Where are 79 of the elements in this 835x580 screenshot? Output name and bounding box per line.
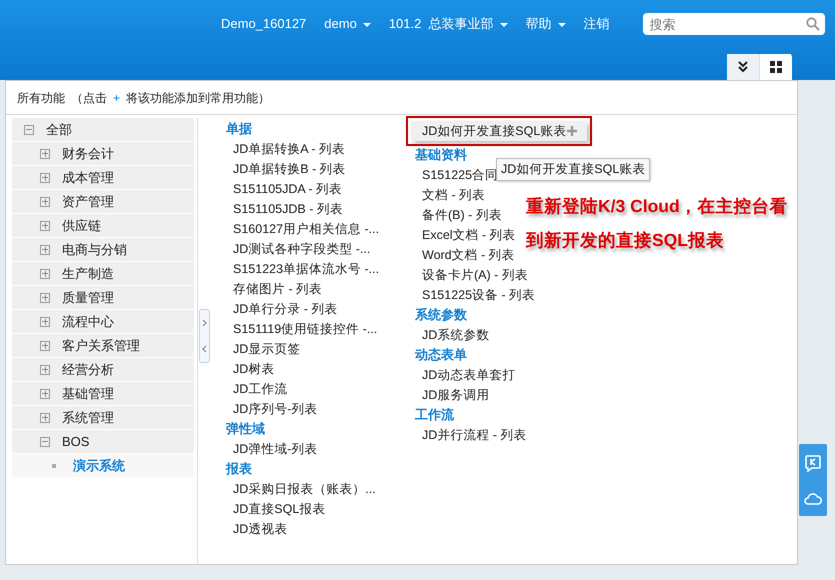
expand-icon[interactable] — [40, 364, 50, 374]
hint-text: 将该功能添加到常用功能） — [126, 90, 270, 106]
function-link[interactable]: JD动态表单套打 — [415, 365, 516, 385]
function-link[interactable]: JD工作流 — [226, 379, 288, 399]
group-title: 基础资料 — [415, 146, 468, 164]
function-link[interactable]: S151105JDA - 列表 — [226, 179, 342, 199]
function-link[interactable]: JD序列号-列表 — [226, 399, 318, 419]
function-link[interactable]: JD并行流程 - 列表 — [415, 425, 526, 445]
chevron-left-icon — [202, 345, 207, 354]
hint-text: （点击 — [71, 90, 107, 106]
function-link[interactable]: JD系统参数 — [415, 325, 490, 345]
dropdown-menu-button[interactable]: 帮助 — [516, 14, 575, 34]
function-link[interactable]: 存储图片 - 列表 — [226, 279, 322, 299]
tree-item[interactable]: BOS — [62, 432, 90, 452]
collapse-button[interactable] — [727, 54, 759, 80]
cloud-button[interactable] — [804, 492, 822, 506]
function-link[interactable]: 设备卡片(A) - 列表 — [415, 265, 528, 285]
function-link[interactable]: JD树表 — [226, 359, 274, 379]
function-link[interactable]: JD测试各种字段类型 -... — [226, 239, 370, 259]
function-link[interactable]: JD服务调用 — [415, 385, 490, 405]
group-title: 工作流 — [415, 406, 455, 424]
cloud-icon — [804, 492, 822, 506]
expand-icon[interactable] — [40, 268, 50, 278]
function-link[interactable]: S151223单据体流水号 -... — [226, 259, 380, 279]
dropdown-menu-button[interactable]: 101.2 总装事业部 — [380, 14, 517, 34]
expand-icon[interactable] — [40, 220, 50, 230]
function-link[interactable]: JD单行分录 - 列表 — [226, 299, 338, 319]
add-icon[interactable] — [567, 126, 577, 136]
group-title: 报表 — [226, 460, 253, 478]
function-link[interactable]: JD透视表 — [226, 519, 288, 539]
grid-button[interactable] — [759, 54, 791, 80]
function-link[interactable]: JD显示页签 — [226, 339, 300, 359]
function-link[interactable]: 文档 - 列表 — [415, 185, 486, 205]
function-link[interactable]: S151225合同 — [415, 165, 498, 185]
expand-icon[interactable] — [40, 244, 50, 254]
function-link[interactable]: Excel文档 - 列表 — [415, 225, 516, 245]
group-title: 系统参数 — [415, 306, 468, 324]
expand-icon[interactable] — [40, 148, 50, 158]
function-link[interactable]: JD采购日报表（账表）... — [226, 479, 376, 499]
function-link[interactable]: JD直接SQL报表 — [226, 499, 326, 519]
function-link[interactable]: S151105JDB - 列表 — [226, 199, 343, 219]
chat-bubble-icon — [804, 454, 822, 472]
annotation-text: 重新登陆K/3 Cloud，在主控台看 — [526, 195, 788, 218]
function-link[interactable]: JD如何开发直接SQL账表 — [411, 121, 587, 141]
group-title: 弹性域 — [226, 420, 266, 438]
collapse-icon[interactable] — [24, 124, 34, 134]
search-icon — [806, 17, 820, 31]
grid-icon — [770, 61, 782, 73]
expand-icon[interactable] — [40, 412, 50, 422]
chat-button[interactable] — [804, 454, 822, 472]
nav-link[interactable]: Demo_160127 — [212, 14, 316, 34]
nav-link[interactable]: 注销 — [574, 14, 619, 34]
expand-icon[interactable] — [40, 388, 50, 398]
tooltip: JD如何开发直接SQL账表 — [496, 158, 650, 181]
plus-sign: + — [113, 90, 120, 106]
expand-icon[interactable] — [40, 340, 50, 350]
function-link[interactable]: JD弹性域-列表 — [226, 439, 318, 459]
tree-item[interactable]: 全部 — [46, 120, 72, 140]
expand-icon[interactable] — [40, 292, 50, 302]
panel-title: 所有功能 — [17, 90, 65, 106]
function-link[interactable]: Word文档 - 列表 — [415, 245, 515, 265]
function-link[interactable]: JD单据转换A - 列表 — [226, 139, 346, 159]
expand-icon[interactable] — [40, 196, 50, 206]
search-field[interactable]: 搜索 — [642, 13, 825, 35]
collapse-icon[interactable] — [40, 436, 50, 446]
expand-icon[interactable] — [40, 172, 50, 182]
function-link[interactable]: 备件(B) - 列表 — [415, 205, 502, 225]
function-link[interactable]: S160127用户相关信息 -... — [226, 219, 380, 239]
function-link[interactable]: S151225设备 - 列表 — [415, 285, 536, 305]
annotation-text: 到新开发的直接SQL报表 — [526, 229, 725, 252]
function-link[interactable]: S151119使用链接控件 -... — [226, 319, 378, 339]
chevron-right-icon — [202, 319, 207, 328]
double-chevron-icon — [737, 61, 749, 73]
group-title: 动态表单 — [415, 346, 468, 364]
tree-item[interactable]: 供应链 — [62, 216, 101, 236]
function-link[interactable]: JD单据转换B - 列表 — [226, 159, 346, 179]
group-title: 单据 — [226, 120, 253, 138]
dropdown-menu-button[interactable]: demo — [315, 14, 380, 34]
expand-icon[interactable] — [40, 316, 50, 326]
